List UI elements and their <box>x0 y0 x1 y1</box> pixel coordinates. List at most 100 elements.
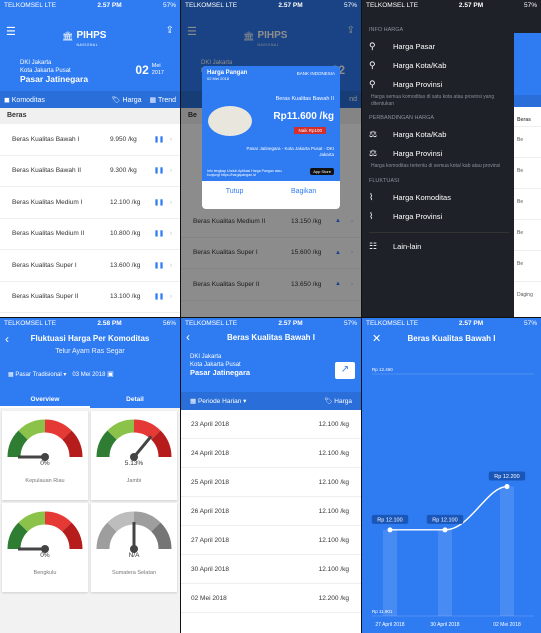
main-content-peek[interactable]: Beras Be Be Be Be Be Daging <box>514 33 541 317</box>
pause-icon: ❚❚ <box>154 199 165 206</box>
compare-icon: ⚖ <box>369 148 378 158</box>
gauge-card[interactable]: 0% Kepulauan Riau <box>2 411 88 500</box>
compare-icon: ⚖ <box>369 129 378 139</box>
data-point <box>387 527 393 533</box>
group-fluktuasi: FLUKTUASI <box>369 177 400 184</box>
gauge-needle <box>132 435 153 458</box>
gauge-province: Sumatera Selatan <box>111 570 157 576</box>
gauge-province: Kepulauan Riau <box>25 478 65 484</box>
card-footer: Info lengkap Unduh Aplikasi Harga Pangan… <box>207 169 282 177</box>
card-date: 02 Mei 2018 <box>207 76 230 81</box>
price-bar <box>500 486 514 616</box>
market-type-selector[interactable]: ▦ Pasar Tradisional ▾ <box>8 371 66 378</box>
harga-label: 🏷 Harga <box>324 398 352 405</box>
y-bottom-label: Rp 11.901 <box>372 609 393 614</box>
menu-banding-provinsi[interactable]: ⚖ Harga Provinsi <box>369 144 514 163</box>
chevron-right-icon: › <box>169 230 172 238</box>
history-row: 02 Mei 2018 12.200 /kg <box>181 584 361 613</box>
commodity-name: Telur Ayam Ras Segar <box>55 348 125 355</box>
status-bar: TELKOMSEL LTE 2.57 PM 57% <box>362 0 541 11</box>
pause-icon: ❚❚ <box>154 294 165 301</box>
history-price: 12.100 /kg <box>318 507 349 515</box>
gauge-dial <box>96 419 172 461</box>
price-change-badge: Naik Rp100 <box>294 127 326 134</box>
gauge-card[interactable]: 0% Bengkulu <box>2 503 88 592</box>
commodity-name: Beras Kualitas Super II <box>12 293 79 301</box>
home-tabs: ◼ Komoditas 🏷 Harga ▦ Trend <box>0 91 180 108</box>
history-price: 12.100 /kg <box>318 420 349 428</box>
commodity-row[interactable]: Beras Kualitas Super I 13.600 /kg ❚❚ › <box>0 250 180 282</box>
history-date: 30 April 2018 <box>191 565 229 573</box>
gauge-card[interactable]: 5.13% Jambi <box>91 411 177 500</box>
history-price: 12.100 /kg <box>318 536 349 544</box>
chart-title: Beras Kualitas Bawah I <box>407 334 496 343</box>
x-tick-label: 02 Mei 2018 <box>493 622 521 628</box>
chevron-right-icon: › <box>169 135 172 143</box>
share-icon[interactable]: ⇪ <box>166 25 174 36</box>
commodity-row[interactable]: Beras Kualitas Bawah I 9.950 /kg ❚❚ › <box>0 124 180 156</box>
status-bar: TELKOMSEL LTE 2.57 PM 57% <box>0 0 180 11</box>
chart-icon: ⌇ <box>369 210 374 221</box>
status-bar: TELKOMSEL LTE 2.58 PM 56% <box>4 320 176 327</box>
commodity-row[interactable]: Beras Kualitas Super II 13.100 /kg ❚❚ › <box>0 282 180 313</box>
data-point <box>504 484 510 490</box>
tab-overview[interactable]: Overview <box>0 392 90 408</box>
gauge-dial <box>7 511 83 553</box>
chart-toggle-button[interactable]: ↗ <box>335 362 355 379</box>
period-selector[interactable]: ▦ Periode Harian ▾ <box>190 397 324 405</box>
history-date: 24 April 2018 <box>191 449 229 457</box>
data-label: Rp 12.200 <box>494 474 519 480</box>
menu-harga-kota[interactable]: ⚲ Harga Kota/Kab <box>369 56 514 75</box>
y-top-label: Rp 12.460 <box>372 367 393 372</box>
gauge-percent: N/A <box>128 552 140 559</box>
tab-detail[interactable]: Detail <box>90 392 180 408</box>
close-button[interactable]: Tutup <box>226 188 244 195</box>
group-perbandingan: PERBANDINGAN HARGA <box>369 115 435 121</box>
date-selector[interactable]: 02 Mei 2017 <box>135 63 164 77</box>
menu-fluk-provinsi[interactable]: ⌇ Harga Provinsi <box>369 207 514 226</box>
x-tick-label: 30 April 2018 <box>430 622 459 628</box>
nav-drawer: INFO HARGA ⚲ Harga Pasar ⚲ Harga Kota/Kab … <box>362 11 514 317</box>
price-bar <box>383 529 397 616</box>
commodity-row[interactable]: Beras Kualitas Bawah II 9.300 /kg ❚❚ › <box>0 156 180 187</box>
product-price: Rp11.600 /kg <box>273 111 334 122</box>
chevron-right-icon: › <box>169 167 172 175</box>
fluctuation-screen: TELKOMSEL LTE 2.58 PM 56% ‹ Fluktuasi Ha… <box>0 318 180 633</box>
menu-lain-lain[interactable]: ☷ Lain-lain <box>369 237 514 256</box>
location-selector[interactable]: DKI Jakarta Kota Jakarta Pusat Pasar Jat… <box>20 59 88 83</box>
menu-icon[interactable]: ☰ <box>6 25 16 38</box>
gauge-province: Bengkulu <box>33 570 57 576</box>
price-tag-icon: ⚲ <box>369 41 376 51</box>
history-date: 25 April 2018 <box>191 478 229 486</box>
section-header: Beras <box>0 108 180 124</box>
chevron-right-icon: › <box>169 293 172 301</box>
commodity-row[interactable]: Beras Kualitas Medium I 12.100 /kg ❚❚ › <box>0 187 180 219</box>
tab-harga[interactable]: 🏷 Harga <box>112 96 142 104</box>
history-row: 26 April 2018 12.100 /kg <box>181 497 361 526</box>
sliders-icon: ☷ <box>369 240 378 251</box>
pause-icon: ❚❚ <box>154 168 165 175</box>
price-bar <box>438 529 452 616</box>
gauge-percent: 0% <box>40 552 50 559</box>
battery: 57% <box>162 2 176 9</box>
menu-banding-kota[interactable]: ⚖ Harga Kota/Kab <box>369 125 514 144</box>
tab-komoditas[interactable]: ◼ Komoditas <box>4 96 104 104</box>
tab-trend[interactable]: ▦ Trend <box>150 96 176 104</box>
commodity-price: 9.950 /kg <box>110 135 137 143</box>
pause-icon: ❚❚ <box>154 136 165 143</box>
date-picker[interactable]: 03 Mei 2018 ▣ <box>72 370 113 378</box>
menu-fluk-komoditas[interactable]: ⌇ Harga Komoditas <box>369 188 514 207</box>
product-name: Beras Kualitas Bawah II <box>275 96 334 102</box>
gauge-card[interactable]: N/A Sumatera Selatan <box>91 503 177 592</box>
history-date: 26 April 2018 <box>191 507 229 515</box>
status-bar: TELKOMSEL LTE 2.57 PM 57% <box>185 320 357 327</box>
commodity-row[interactable]: Beras Kualitas Medium II 10.800 /kg ❚❚ › <box>0 219 180 250</box>
menu-harga-provinsi[interactable]: ⚲ Harga Provinsi <box>369 75 514 94</box>
data-label: Rp 12.100 <box>432 517 457 523</box>
price-line-chart: Rp 12.460 Rp 11.901 Rp 12.100 27 April 2018… <box>371 367 534 628</box>
share-button[interactable]: Bagikan <box>291 188 316 195</box>
commodity-price: 12.100 /kg <box>110 198 141 206</box>
menu-harga-pasar[interactable]: ⚲ Harga Pasar <box>369 37 514 56</box>
x-tick-label: 27 April 2018 <box>375 622 404 628</box>
pause-icon: ❚❚ <box>154 231 165 238</box>
